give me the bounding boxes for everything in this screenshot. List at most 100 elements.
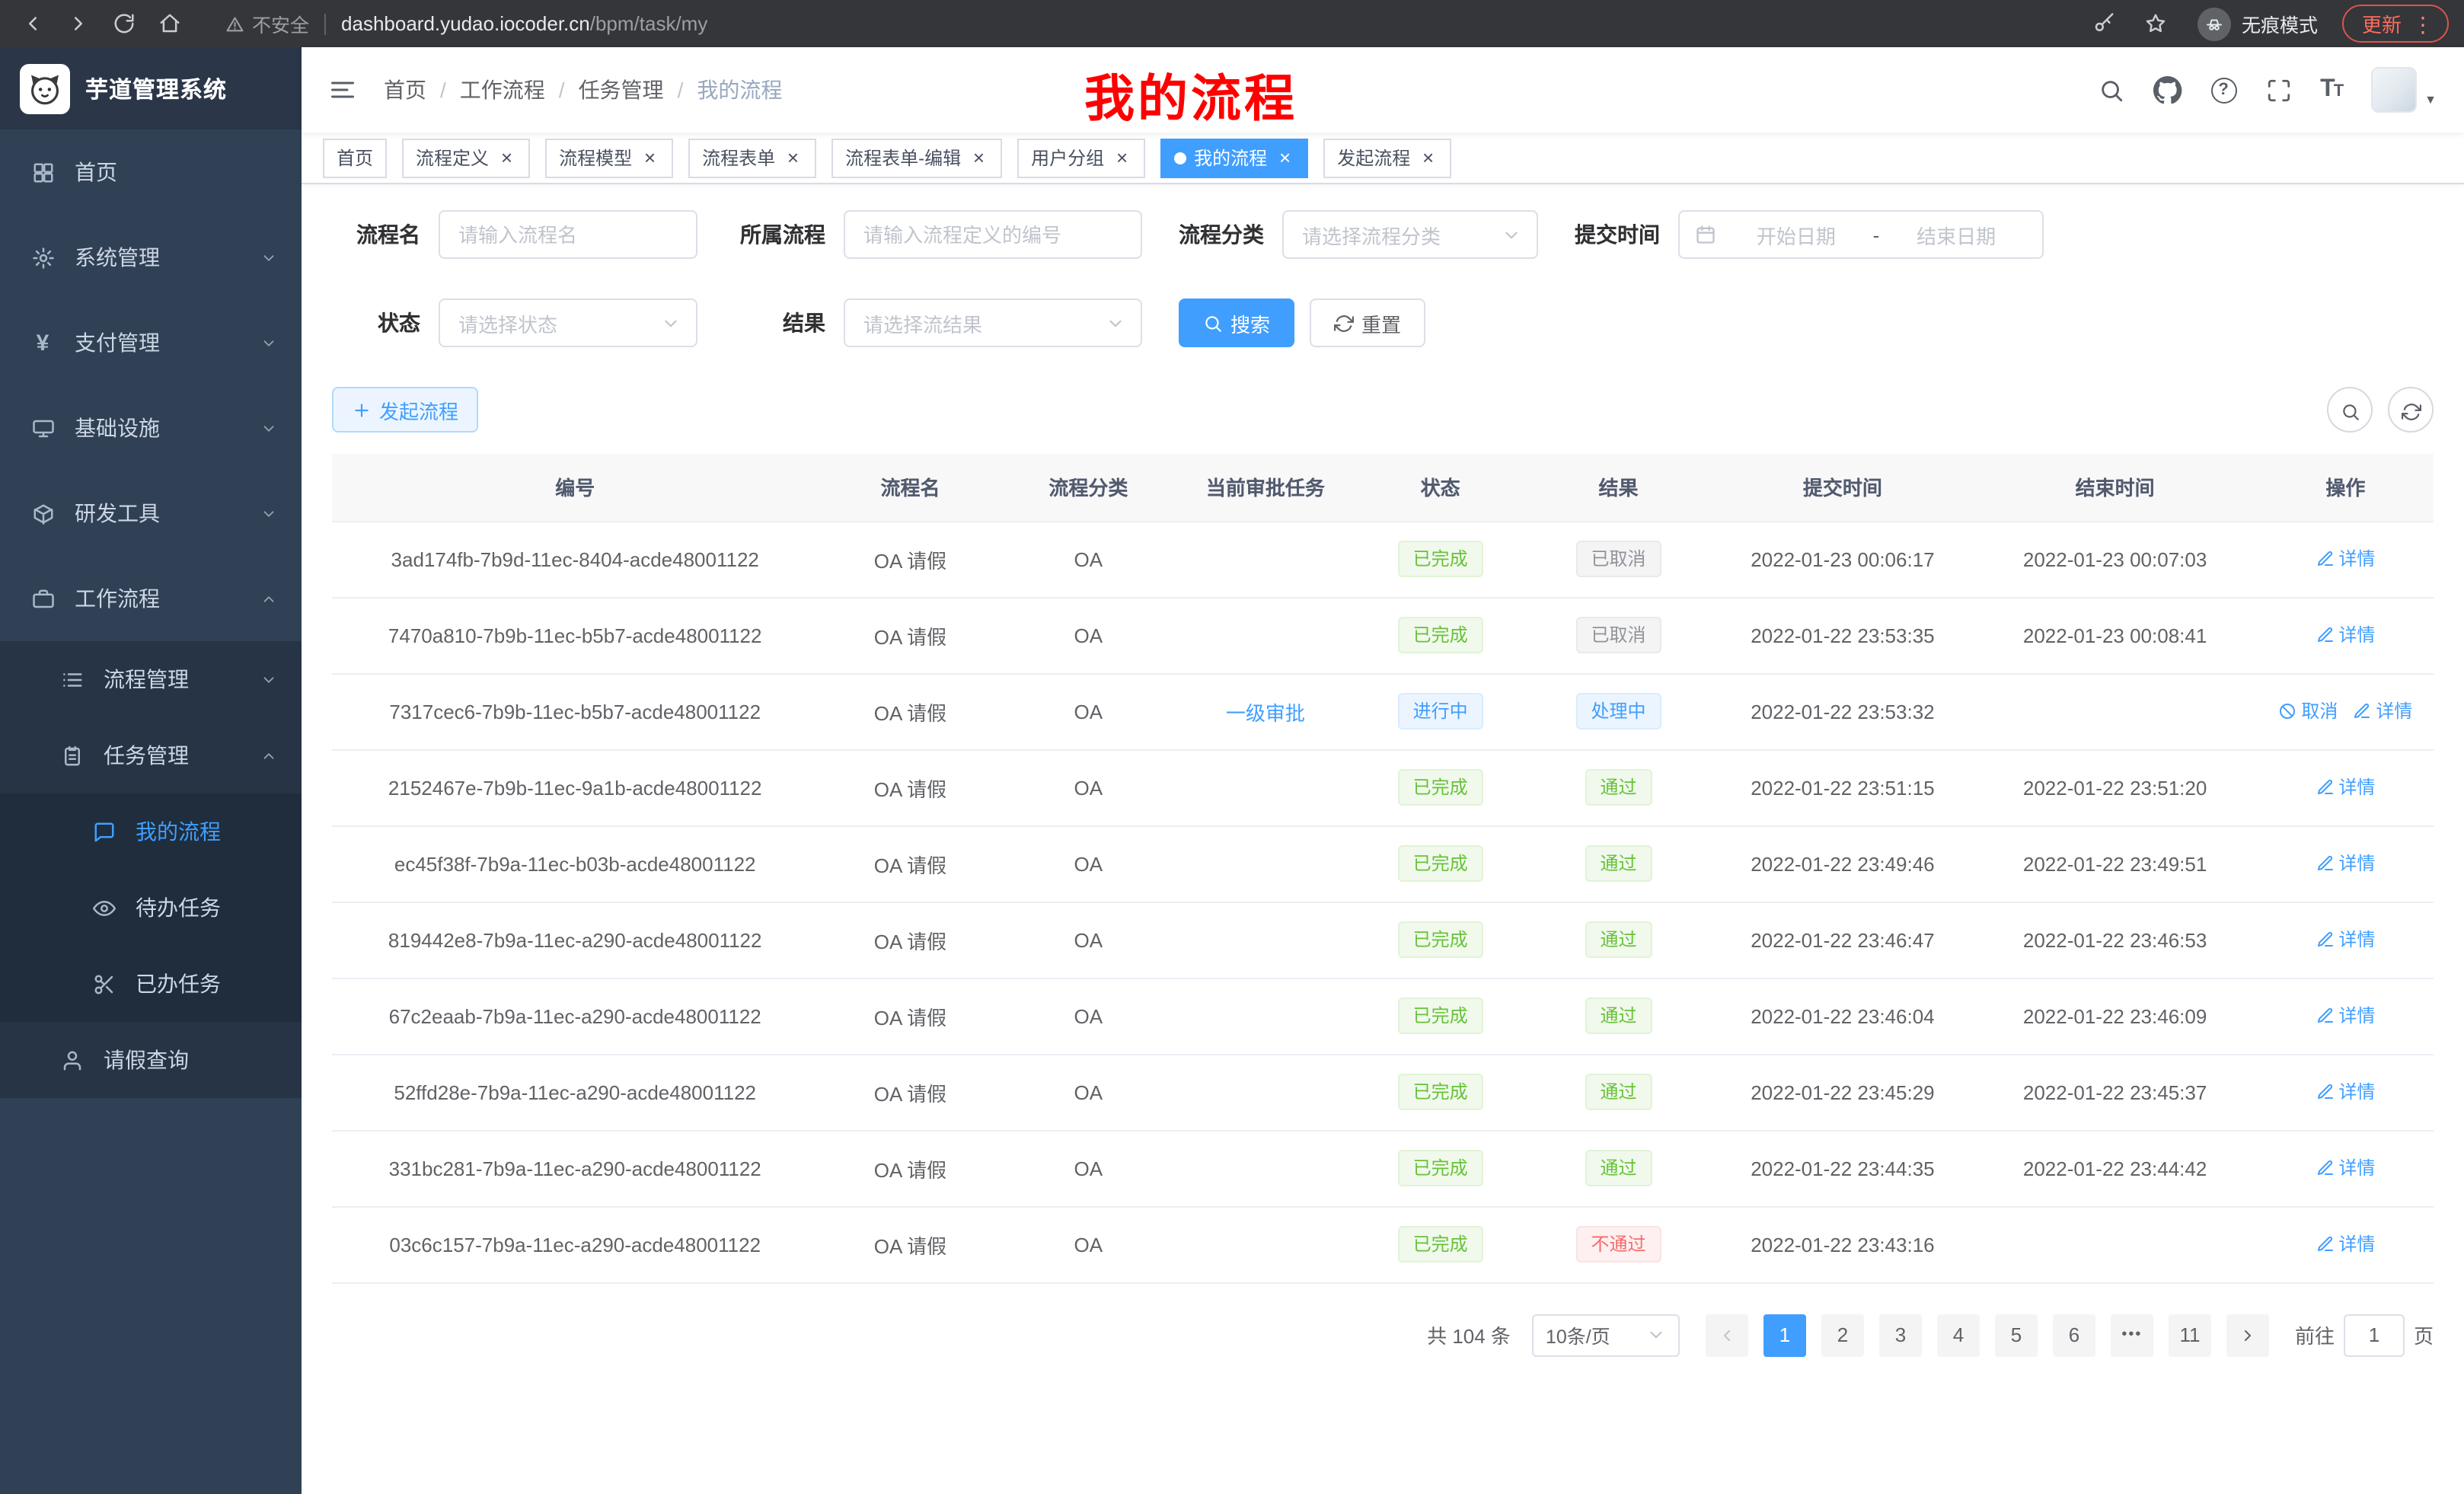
sidebar-item-workflow[interactable]: 工作流程	[0, 556, 302, 641]
help-icon[interactable]: ?	[2210, 77, 2236, 103]
tab-label: 流程模型	[559, 145, 632, 171]
cell-category: OA	[1003, 902, 1175, 978]
detail-link[interactable]: 详情	[2316, 774, 2375, 800]
sidebar-item-payment[interactable]: ¥支付管理	[0, 300, 302, 385]
sidebar-item-system[interactable]: 系统管理	[0, 215, 302, 300]
tab-process-form[interactable]: 流程表单×	[688, 138, 816, 177]
chevron-down-icon	[260, 249, 277, 266]
result-select[interactable]: 请选择流结果	[844, 298, 1142, 347]
detail-link[interactable]: 详情	[2316, 1155, 2375, 1181]
tab-process-definition[interactable]: 流程定义×	[402, 138, 530, 177]
home-icon[interactable]	[152, 7, 186, 40]
detail-link[interactable]: 详情	[2316, 927, 2375, 953]
search-icon[interactable]	[2099, 77, 2124, 103]
github-icon[interactable]	[2153, 75, 2182, 104]
kebab-menu-icon[interactable]: ⋮	[2412, 13, 2434, 34]
close-icon[interactable]: ×	[640, 148, 659, 168]
jump-page-input[interactable]	[2344, 1314, 2405, 1356]
refresh-table-button[interactable]	[2388, 387, 2434, 433]
cancel-link[interactable]: 取消	[2278, 698, 2338, 724]
tab-process-form-edit[interactable]: 流程表单-编辑×	[831, 138, 1002, 177]
sidebar-item-home[interactable]: 首页	[0, 129, 302, 215]
pager-page-3[interactable]: 3	[1879, 1314, 1922, 1356]
column-header: 流程分类	[1003, 454, 1175, 521]
current-task-link[interactable]: 一级审批	[1226, 697, 1305, 726]
reload-icon[interactable]	[107, 7, 140, 40]
cell-category: OA	[1003, 1054, 1175, 1130]
close-icon[interactable]: ×	[1418, 148, 1438, 168]
detail-link[interactable]: 详情	[2316, 851, 2375, 876]
breadcrumb-item[interactable]: 任务管理	[579, 75, 664, 105]
search-button[interactable]: 搜索	[1179, 298, 1294, 347]
bookmark-star-icon[interactable]	[2140, 7, 2173, 40]
update-button[interactable]: 更新 ⋮	[2342, 5, 2449, 43]
pager-page-5[interactable]: 5	[1995, 1314, 2038, 1356]
detail-link[interactable]: 详情	[2316, 622, 2375, 648]
tab-home[interactable]: 首页	[323, 138, 387, 177]
pager-page-1[interactable]: 1	[1763, 1314, 1806, 1356]
back-icon[interactable]	[15, 7, 49, 40]
pager: 123456•••11	[1756, 1314, 2219, 1356]
page-size-select[interactable]: 10条/页	[1532, 1314, 1680, 1356]
status-select[interactable]: 请选择状态	[439, 298, 697, 347]
sidebar-item-my-process[interactable]: 我的流程	[0, 793, 302, 870]
sidebar-item-task-management[interactable]: 任务管理	[0, 717, 302, 793]
process-definition-input[interactable]	[844, 210, 1142, 259]
pager-page-2[interactable]: 2	[1821, 1314, 1864, 1356]
process-name-input[interactable]	[439, 210, 697, 259]
next-page-button[interactable]	[2226, 1314, 2269, 1356]
edit-icon	[2316, 1159, 2334, 1177]
result-placeholder: 请选择流结果	[863, 308, 982, 337]
sidebar-item-dev-tools[interactable]: 研发工具	[0, 471, 302, 556]
detail-link[interactable]: 详情	[2353, 698, 2412, 724]
sidebar-item-label: 我的流程	[136, 816, 221, 847]
chevron-down-icon	[260, 671, 277, 688]
sidebar-item-infrastructure[interactable]: 基础设施	[0, 385, 302, 471]
prev-page-button[interactable]	[1706, 1314, 1748, 1356]
detail-link[interactable]: 详情	[2316, 1079, 2375, 1105]
close-icon[interactable]: ×	[1275, 148, 1294, 168]
cell-result: 通过	[1524, 749, 1713, 825]
cell-actions: 详情	[2258, 521, 2434, 597]
sidebar-item-process-management[interactable]: 流程管理	[0, 641, 302, 717]
font-size-icon[interactable]: TT	[2320, 76, 2342, 104]
toggle-search-button[interactable]	[2327, 387, 2373, 433]
pager-page-4[interactable]: 4	[1937, 1314, 1980, 1356]
pager-page-6[interactable]: 6	[2053, 1314, 2095, 1356]
sidebar-item-label: 流程管理	[104, 664, 189, 694]
detail-link[interactable]: 详情	[2316, 546, 2375, 572]
category-select[interactable]: 请选择流程分类	[1282, 210, 1538, 259]
cell-submit-time: 2022-01-23 00:06:17	[1712, 521, 1972, 597]
reset-button[interactable]: 重置	[1310, 298, 1425, 347]
avatar[interactable]	[2371, 67, 2417, 113]
sidebar-item-todo-tasks[interactable]: 待办任务	[0, 870, 302, 946]
close-icon[interactable]: ×	[496, 148, 516, 168]
detail-link[interactable]: 详情	[2316, 1003, 2375, 1029]
pager-page-11[interactable]: 11	[2169, 1314, 2211, 1356]
sidebar-item-done-tasks[interactable]: 已办任务	[0, 946, 302, 1022]
user-avatar-menu[interactable]: ▼	[2371, 67, 2437, 113]
cell-actions: 详情	[2258, 1206, 2434, 1282]
cell-id: 331bc281-7b9a-11ec-a290-acde48001122	[332, 1130, 818, 1206]
breadcrumb-item[interactable]: 首页	[384, 75, 426, 105]
tab-start-process[interactable]: 发起流程×	[1323, 138, 1451, 177]
detail-link[interactable]: 详情	[2316, 1231, 2375, 1257]
security-indicator[interactable]: 不安全	[225, 9, 309, 38]
breadcrumb-item[interactable]: 工作流程	[460, 75, 545, 105]
start-process-button[interactable]: 发起流程	[332, 387, 478, 433]
tab-process-model[interactable]: 流程模型 ×	[545, 138, 673, 177]
fullscreen-icon[interactable]	[2265, 77, 2291, 103]
close-icon[interactable]: ×	[1112, 148, 1131, 168]
date-range-picker[interactable]: 开始日期 - 结束日期	[1678, 210, 2044, 259]
tab-user-group[interactable]: 用户分组×	[1017, 138, 1145, 177]
forward-icon[interactable]	[61, 7, 94, 40]
close-icon[interactable]: ×	[969, 148, 988, 168]
hamburger-menu-icon[interactable]	[317, 76, 369, 104]
monitor-icon	[29, 417, 56, 439]
cell-status: 已完成	[1357, 597, 1524, 673]
sidebar-item-leave-query[interactable]: 请假查询	[0, 1022, 302, 1098]
tab-my-process[interactable]: 我的流程×	[1160, 138, 1308, 177]
key-icon[interactable]	[2088, 7, 2121, 40]
address-bar[interactable]: 不安全 dashboard.yudao.iocoder.cn/bpm/task/…	[225, 9, 2088, 38]
close-icon[interactable]: ×	[783, 148, 803, 168]
